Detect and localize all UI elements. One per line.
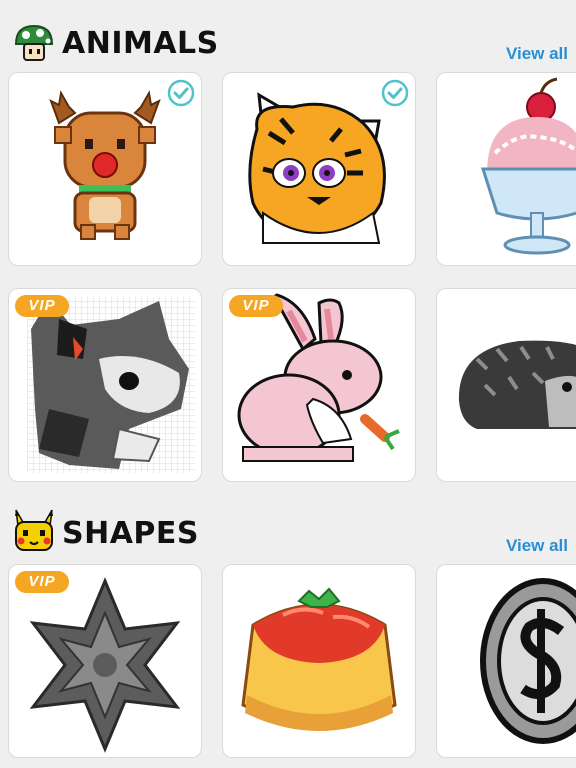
animals-section-header: ANIMALS View all xyxy=(0,14,576,74)
card-hedgehog[interactable] xyxy=(436,288,576,482)
ice-cream-sundae-art xyxy=(480,77,576,255)
shapes-title: SHAPES xyxy=(62,516,200,551)
animals-title: ANIMALS xyxy=(62,26,219,61)
gray-cat-art xyxy=(27,297,195,473)
card-reindeer[interactable] xyxy=(8,72,202,266)
hedgehog-art xyxy=(458,340,576,429)
card-ice-cream-sundae[interactable] xyxy=(436,72,576,266)
card-tiger[interactable] xyxy=(222,72,416,266)
vip-badge: VIP xyxy=(15,295,69,317)
completed-check-icon xyxy=(167,79,195,107)
completed-check-icon xyxy=(381,79,409,107)
shapes-view-all-link[interactable]: View all xyxy=(506,536,568,556)
animals-view-all-link[interactable]: View all xyxy=(506,44,568,64)
card-gray-star[interactable]: VIP xyxy=(8,564,202,758)
dollar-coin-art xyxy=(480,578,576,744)
shapes-section-header: SHAPES View all xyxy=(0,502,576,562)
pink-bunny-art xyxy=(237,293,400,462)
card-dollar-coin[interactable] xyxy=(436,564,576,758)
pudding-art xyxy=(241,587,397,731)
mushroom-icon xyxy=(14,24,54,61)
card-pink-bunny[interactable]: VIP xyxy=(222,288,416,482)
vip-badge: VIP xyxy=(15,571,69,593)
card-pudding[interactable] xyxy=(222,564,416,758)
card-gray-cat[interactable]: VIP xyxy=(8,288,202,482)
vip-badge: VIP xyxy=(229,295,283,317)
pikachu-icon xyxy=(15,509,53,551)
gray-star-art xyxy=(29,577,181,753)
